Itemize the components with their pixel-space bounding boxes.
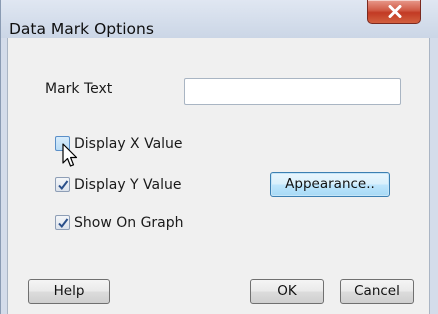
mark-text-label: Mark Text — [45, 81, 113, 97]
display-y-value-label[interactable]: Display Y Value — [74, 177, 182, 193]
mouse-cursor-icon — [62, 143, 78, 167]
help-button[interactable]: Help — [28, 279, 110, 304]
show-on-graph-label[interactable]: Show On Graph — [74, 215, 184, 231]
window-title: Data Mark Options — [9, 20, 154, 38]
check-icon — [58, 180, 69, 191]
ok-button[interactable]: OK — [250, 279, 324, 304]
title-bar[interactable]: Data Mark Options — [1, 0, 438, 38]
display-x-value-label[interactable]: Display X Value — [74, 136, 183, 152]
appearance-button[interactable]: Appearance.. — [270, 172, 390, 197]
close-icon — [388, 5, 402, 18]
dialog-content: Mark Text Display X Value Display Y Valu… — [7, 38, 430, 314]
cancel-button[interactable]: Cancel — [340, 279, 414, 304]
mark-text-input[interactable] — [184, 78, 401, 105]
data-mark-options-dialog: Data Mark Options Mark Text Display X Va… — [0, 0, 438, 314]
close-button[interactable] — [367, 0, 421, 24]
display-y-value-checkbox[interactable] — [55, 177, 70, 192]
check-icon — [58, 218, 69, 229]
show-on-graph-checkbox[interactable] — [55, 215, 70, 230]
